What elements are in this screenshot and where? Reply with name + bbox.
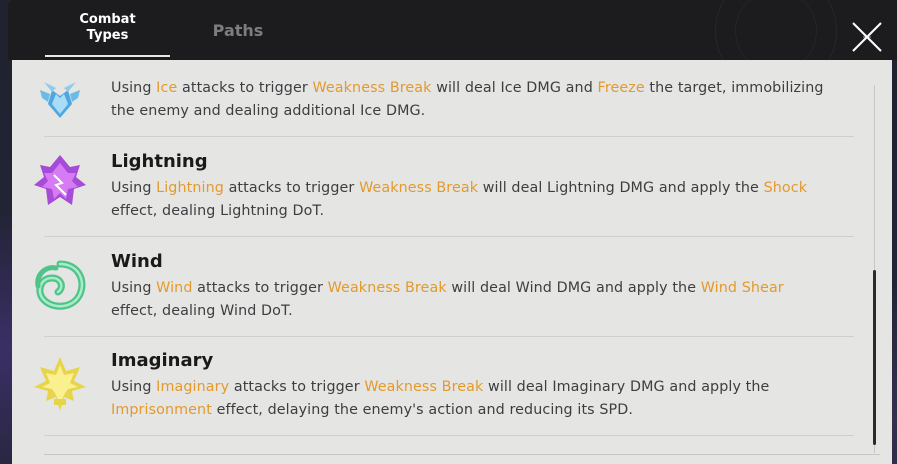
tab-paths-label: Paths <box>212 20 264 40</box>
description-text: will deal Lightning DMG and apply the <box>478 180 764 196</box>
description-text: Using <box>111 379 157 395</box>
description-text: Using <box>111 180 157 196</box>
tab-combat-types-label: Combat Types <box>73 12 143 44</box>
keyword-highlight: Lightning <box>156 180 224 196</box>
close-button[interactable] <box>849 19 885 55</box>
keyword-highlight: Ice <box>156 80 178 96</box>
lightning-icon <box>30 153 90 213</box>
description-text: attacks to trigger <box>229 379 365 395</box>
description-text: will deal Wind DMG and apply the <box>446 280 701 296</box>
keyword-highlight: Freeze <box>597 80 645 96</box>
description-text: Using <box>111 280 157 296</box>
tab-paths[interactable]: Paths <box>188 0 288 60</box>
keyword-highlight: Imaginary <box>156 379 230 395</box>
type-title-imaginary: Imaginary <box>111 350 214 371</box>
keyword-highlight: Weakness Break <box>359 180 479 196</box>
row-divider <box>44 136 854 137</box>
row-divider <box>44 336 854 337</box>
ice-icon <box>30 70 90 130</box>
keyword-highlight: Wind <box>156 280 193 296</box>
tab-label-line1: Combat <box>79 12 136 27</box>
keyword-highlight: Weakness Break <box>327 280 447 296</box>
close-icon <box>852 22 882 52</box>
description-text: attacks to trigger <box>223 180 360 196</box>
scrollbar-thumb[interactable] <box>873 270 876 445</box>
type-title-wind: Wind <box>111 251 163 272</box>
description-text: attacks to trigger <box>192 280 328 296</box>
description-text: effect, dealing Wind DoT. <box>111 303 293 319</box>
combat-types-panel[interactable]: Using Ice attacks to trigger Weakness Br… <box>12 60 892 464</box>
description-text: effect, dealing Lightning DoT. <box>111 203 325 219</box>
keyword-highlight: Shock <box>763 180 808 196</box>
tab-combat-types[interactable]: Combat Types <box>45 0 170 60</box>
header-bar: Combat Types Paths <box>8 0 897 92</box>
lightning-description: Using Lightning attacks to trigger Weakn… <box>111 177 831 223</box>
imaginary-description: Using Imaginary attacks to trigger Weakn… <box>111 376 831 422</box>
description-text: effect, delaying the enemy's action and … <box>211 402 633 418</box>
imaginary-icon <box>30 355 90 415</box>
tab-label-line2: Types <box>86 28 129 43</box>
row-divider <box>44 236 854 237</box>
keyword-highlight: Weakness Break <box>364 379 484 395</box>
type-title-lightning: Lightning <box>111 151 208 172</box>
wind-description: Using Wind attacks to trigger Weakness B… <box>111 277 831 323</box>
ice-description: Using Ice attacks to trigger Weakness Br… <box>111 77 831 123</box>
wind-icon <box>30 256 90 316</box>
description-text: will deal Imaginary DMG and apply the <box>483 379 770 395</box>
description-text: Using <box>111 80 157 96</box>
keyword-highlight: Weakness Break <box>312 80 432 96</box>
description-text: will deal Ice DMG and <box>431 80 598 96</box>
row-divider <box>44 435 854 436</box>
keyword-highlight: Imprisonment <box>111 402 212 418</box>
description-text: attacks to trigger <box>177 80 313 96</box>
active-tab-indicator <box>45 55 170 57</box>
panel-bottom-border <box>44 454 880 455</box>
keyword-highlight: Wind Shear <box>700 280 784 296</box>
